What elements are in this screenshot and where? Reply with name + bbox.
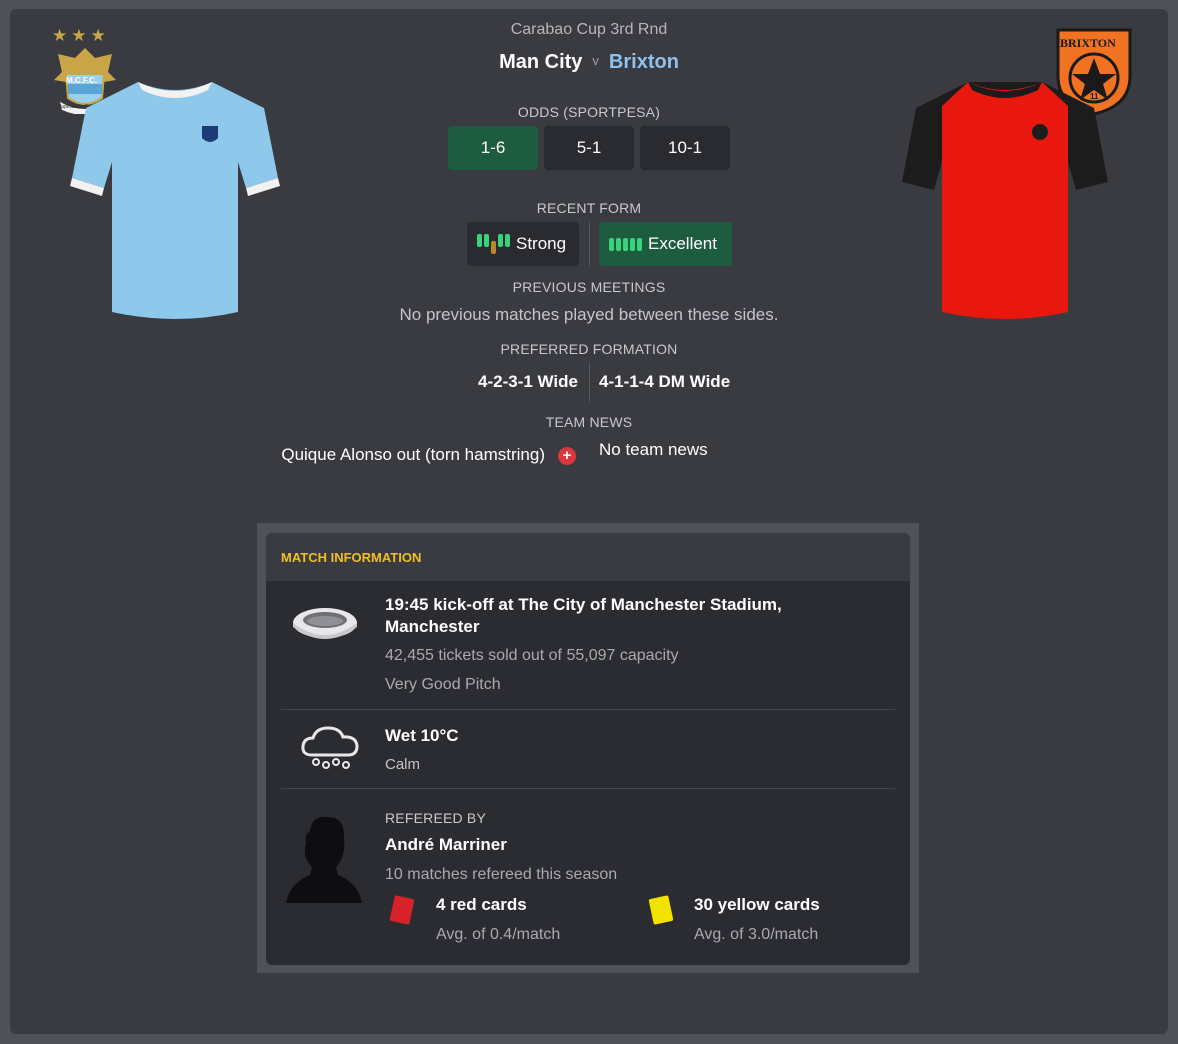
away-formation[interactable]: 4-1-1-4 DM Wide	[599, 372, 730, 392]
away-form-pill[interactable]: Excellent	[599, 222, 732, 266]
home-team-name[interactable]: Man City	[499, 51, 582, 73]
draw-odds-button[interactable]: 5-1	[544, 126, 634, 170]
red-cards-count: 4 red cards	[436, 895, 527, 914]
yellow-cards-average: Avg. of 3.0/match	[694, 926, 819, 943]
referee-name[interactable]: André Marriner	[385, 835, 507, 855]
home-odds-button[interactable]: 1-6	[448, 126, 538, 170]
yellow-card-icon	[648, 895, 674, 925]
red-card-icon	[389, 895, 415, 925]
rain-cloud-icon	[301, 726, 359, 769]
home-form-pill[interactable]: Strong	[467, 222, 579, 266]
away-form-bars-icon	[609, 237, 642, 251]
form-divider	[589, 222, 590, 266]
away-odds-button[interactable]: 10-1	[640, 126, 730, 170]
weather-text: Wet 10°C	[385, 726, 459, 745]
team-news-label: TEAM NEWS	[545, 414, 633, 430]
injury-cross-icon: +	[558, 447, 576, 465]
odds-label: ODDS (SPORTPESA)	[517, 104, 661, 120]
match-title: Man City v Brixton	[0, 51, 1178, 74]
referee-matches-text: 10 matches refereed this season	[385, 866, 618, 883]
yellow-cards-count: 30 yellow cards	[694, 895, 820, 914]
competition-name: Carabao Cup 3rd Rnd	[510, 21, 668, 38]
wind-text: Calm	[385, 756, 421, 773]
referee-silhouette-icon[interactable]	[282, 813, 366, 905]
home-form-bars-icon	[477, 234, 510, 254]
row-separator	[281, 788, 895, 789]
recent-form-label: RECENT FORM	[536, 200, 642, 216]
match-info-header: MATCH INFORMATION	[266, 533, 910, 581]
tickets-text: 42,455 tickets sold out of 55,097 capaci…	[385, 647, 679, 664]
refereed-by-label: REFEREED BY	[385, 810, 486, 826]
home-form-text: Strong	[516, 234, 567, 253]
away-team-name[interactable]: Brixton	[609, 51, 679, 73]
preferred-formation-label: PREFERRED FORMATION	[500, 341, 678, 357]
row-separator	[281, 709, 895, 710]
home-formation[interactable]: 4-2-3-1 Wide	[478, 372, 578, 392]
previous-meetings-text: No previous matches played between these…	[399, 305, 779, 324]
red-cards-average: Avg. of 0.4/match	[436, 926, 561, 943]
away-team-news: No team news	[599, 440, 708, 459]
pitch-condition-text: Very Good Pitch	[385, 676, 501, 693]
versus-label: v	[592, 53, 599, 68]
match-info-panel: MATCH INFORMATION 19:45 kick-off at The …	[266, 533, 910, 965]
venue-kickoff-text[interactable]: 19:45 kick-off at The City of Manchester…	[385, 594, 855, 638]
formation-divider	[589, 362, 590, 402]
away-form-text: Excellent	[648, 234, 717, 253]
home-team-news[interactable]: Quique Alonso out (torn hamstring)	[281, 445, 545, 465]
stadium-icon	[293, 608, 357, 639]
previous-meetings-label: PREVIOUS MEETINGS	[512, 279, 666, 295]
odds-row: 1-6 5-1 10-1	[448, 126, 730, 170]
